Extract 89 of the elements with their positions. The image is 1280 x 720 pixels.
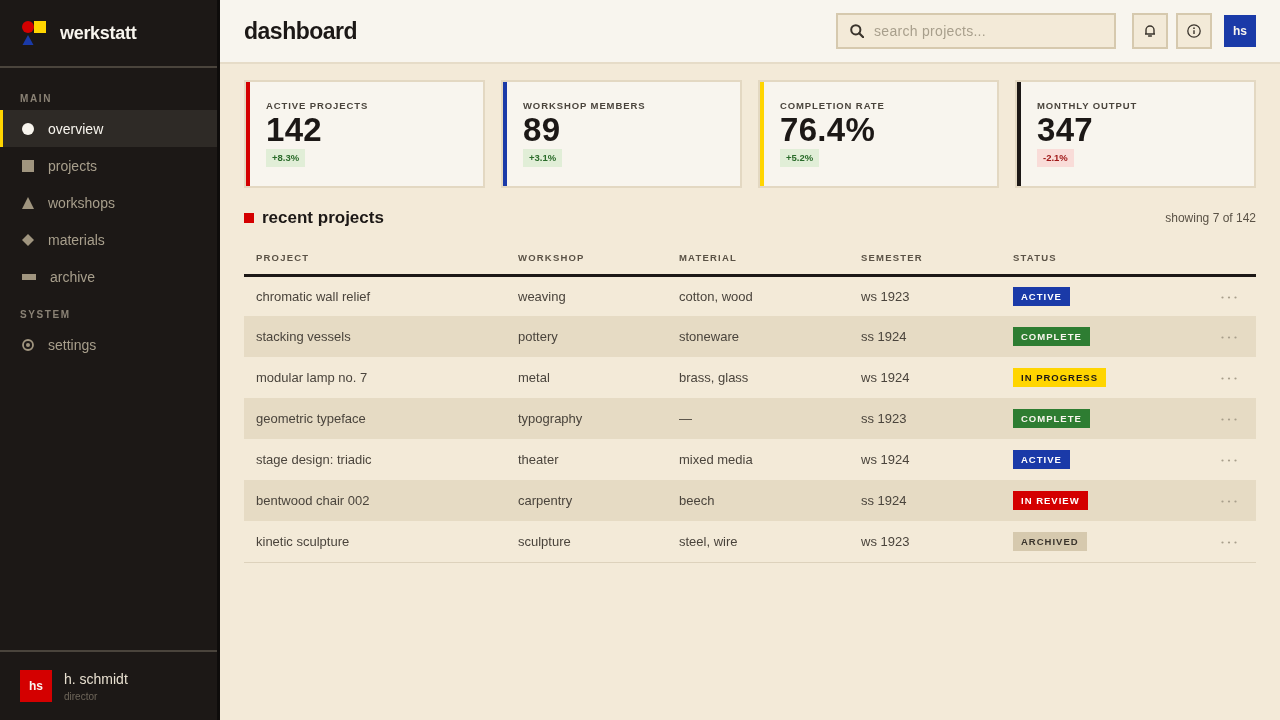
nav-item[interactable]: overview — [0, 110, 217, 147]
notifications-button[interactable] — [1132, 13, 1168, 49]
page-title: dashboard — [244, 17, 358, 45]
table-cell: ss 1923 — [849, 398, 1001, 439]
status-badge: IN REVIEW — [1013, 491, 1088, 510]
more-icon[interactable] — [1220, 540, 1237, 544]
logo-icon — [22, 21, 46, 45]
table-cell: ws 1923 — [849, 521, 1001, 562]
bar-icon — [22, 273, 36, 280]
table-cell: steel, wire — [667, 521, 849, 562]
table-cell: ws 1924 — [849, 357, 1001, 398]
table-cell: stacking vessels — [244, 316, 506, 357]
nav-item[interactable]: projects — [0, 147, 217, 184]
table-cell: pottery — [506, 316, 667, 357]
table-cell: typography — [506, 398, 667, 439]
table-cell: — — [667, 398, 849, 439]
table-cell: ws 1923 — [849, 275, 1001, 316]
status-badge: ACTIVE — [1013, 450, 1070, 469]
table-cell: beech — [667, 480, 849, 521]
table-cell: stoneware — [667, 316, 849, 357]
status-badge: COMPLETE — [1013, 409, 1090, 428]
more-icon[interactable] — [1220, 418, 1237, 422]
more-icon[interactable] — [1220, 500, 1237, 504]
table-cell: geometric typeface — [244, 398, 506, 439]
nav-item[interactable]: materials — [0, 221, 217, 258]
change-badge: -2.1% — [1037, 149, 1074, 167]
nav-item[interactable]: settings — [0, 326, 217, 363]
table-cell: kinetic sculpture — [244, 521, 506, 562]
table-cell: brass, glass — [667, 357, 849, 398]
table-cell: cotton, wood — [667, 275, 849, 316]
table-cell: sculpture — [506, 521, 667, 562]
stat-label: ACTIVE PROJECTS — [266, 100, 369, 112]
bell-icon — [1143, 24, 1157, 38]
stat-label: COMPLETION RATE — [780, 100, 885, 112]
user-role: director — [64, 690, 98, 702]
section-title: recent projects — [262, 208, 384, 228]
nav-item[interactable]: workshops — [0, 184, 217, 221]
stat-value: 142 — [266, 113, 322, 147]
stat-label: MONTHLY OUTPUT — [1037, 100, 1138, 112]
table-cell: mixed media — [667, 439, 849, 480]
status-badge: ACTIVE — [1013, 286, 1070, 306]
table-cell: modular lamp no. 7 — [244, 357, 506, 398]
status-badge: COMPLETE — [1013, 327, 1090, 346]
stat-label: WORKSHOP MEMBERS — [523, 100, 646, 112]
table-cell: chromatic wall relief — [244, 275, 506, 316]
nav-item[interactable]: archive — [0, 258, 217, 295]
column-header: WORKSHOP — [506, 241, 667, 275]
column-header: STATUS — [1001, 241, 1201, 275]
more-icon[interactable] — [1220, 459, 1237, 463]
stat-value: 76.4% — [780, 113, 876, 147]
column-header: MATERIAL — [667, 241, 849, 275]
table-cell: ss 1924 — [849, 316, 1001, 357]
table-cell: bentwood chair 002 — [244, 480, 506, 521]
diamond-icon — [22, 233, 34, 246]
circle-icon — [22, 122, 34, 135]
more-icon[interactable] — [1220, 295, 1237, 299]
square-icon — [22, 159, 34, 172]
result-count: showing 7 of 142 — [1165, 211, 1256, 225]
brand-name: werkstatt — [60, 22, 137, 44]
user-avatar: hs — [20, 670, 52, 702]
table-cell: ss 1924 — [849, 480, 1001, 521]
search-field[interactable]: search projects... — [836, 13, 1116, 49]
table-cell: theater — [506, 439, 667, 480]
nav-section-label: SYSTEM — [20, 309, 71, 321]
ring-icon — [22, 338, 34, 351]
table-cell: stage design: triadic — [244, 439, 506, 480]
table-cell: ws 1924 — [849, 439, 1001, 480]
change-badge: +5.2% — [780, 149, 820, 167]
column-header: PROJECT — [244, 241, 506, 275]
column-header: SEMESTER — [849, 241, 1001, 275]
more-icon[interactable] — [1220, 336, 1237, 340]
more-icon[interactable] — [1220, 377, 1237, 381]
user-name: h. schmidt — [64, 670, 128, 687]
nav-section-label: MAIN — [20, 93, 52, 105]
change-badge: +8.3% — [266, 149, 306, 167]
status-badge: ARCHIVED — [1013, 531, 1087, 551]
stat-value: 347 — [1037, 113, 1093, 147]
change-badge: +3.1% — [523, 149, 563, 167]
triangle-icon — [22, 196, 34, 209]
status-badge: IN PROGRESS — [1013, 368, 1106, 387]
info-icon — [1187, 24, 1201, 38]
table-cell: carpentry — [506, 480, 667, 521]
search-icon — [850, 24, 864, 38]
stat-value: 89 — [523, 113, 561, 147]
table-cell: metal — [506, 357, 667, 398]
info-button[interactable] — [1176, 13, 1212, 49]
square-icon — [244, 213, 254, 223]
table-cell: weaving — [506, 275, 667, 316]
user-avatar[interactable]: hs — [1224, 15, 1256, 47]
